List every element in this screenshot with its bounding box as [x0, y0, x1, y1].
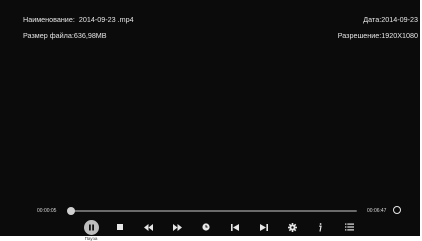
next-button[interactable] [256, 219, 272, 235]
rewind-button[interactable] [140, 219, 156, 235]
resolution-value: 1920X1080 [381, 31, 418, 40]
settings-button[interactable] [284, 219, 300, 235]
timer-button[interactable] [198, 219, 214, 235]
next-icon [260, 223, 268, 231]
playlist-button[interactable] [341, 219, 357, 235]
fast-forward-button[interactable] [169, 219, 185, 235]
progress-track[interactable] [67, 207, 357, 215]
loop-icon[interactable] [393, 206, 401, 214]
resolution-label: Разрешение: [337, 31, 382, 40]
date-label: Дата: [363, 15, 382, 24]
file-name-value: 2014-09-23 .mp4 [78, 15, 134, 24]
file-size-value: 636,98MB [73, 31, 107, 40]
video-player-screen[interactable]: Наименование: 2014-09-23 .mp4 Размер файл… [0, 0, 420, 236]
settings-icon [287, 222, 297, 232]
resolution-info: Разрешение:1920X1080 [338, 31, 418, 40]
fast-forward-icon [172, 223, 182, 231]
current-time: 00:00:05 [37, 208, 57, 214]
file-size-label: Размер файла: [23, 31, 74, 40]
previous-button[interactable] [227, 219, 243, 235]
pause-button[interactable] [83, 219, 99, 235]
file-name-info: Наименование: 2014-09-23 .mp4 [23, 15, 134, 24]
pause-icon [83, 219, 99, 235]
progress-thumb[interactable] [67, 207, 76, 215]
duration-time: 00:06:47 [367, 208, 387, 214]
stop-icon [117, 224, 123, 230]
date-value: 2014-09-23 [381, 15, 418, 24]
pause-tooltip: Пауза [84, 236, 98, 241]
file-size-info: Размер файла:636,98MB [23, 31, 107, 40]
previous-icon [231, 223, 239, 231]
playlist-icon [344, 223, 354, 231]
date-info: Дата:2014-09-23 [363, 15, 418, 24]
rewind-icon [143, 223, 153, 231]
info-icon [317, 222, 323, 232]
stop-button[interactable] [112, 219, 128, 235]
info-button[interactable] [312, 219, 328, 235]
file-name-label: Наименование: [23, 15, 75, 24]
clock-icon [202, 223, 210, 231]
